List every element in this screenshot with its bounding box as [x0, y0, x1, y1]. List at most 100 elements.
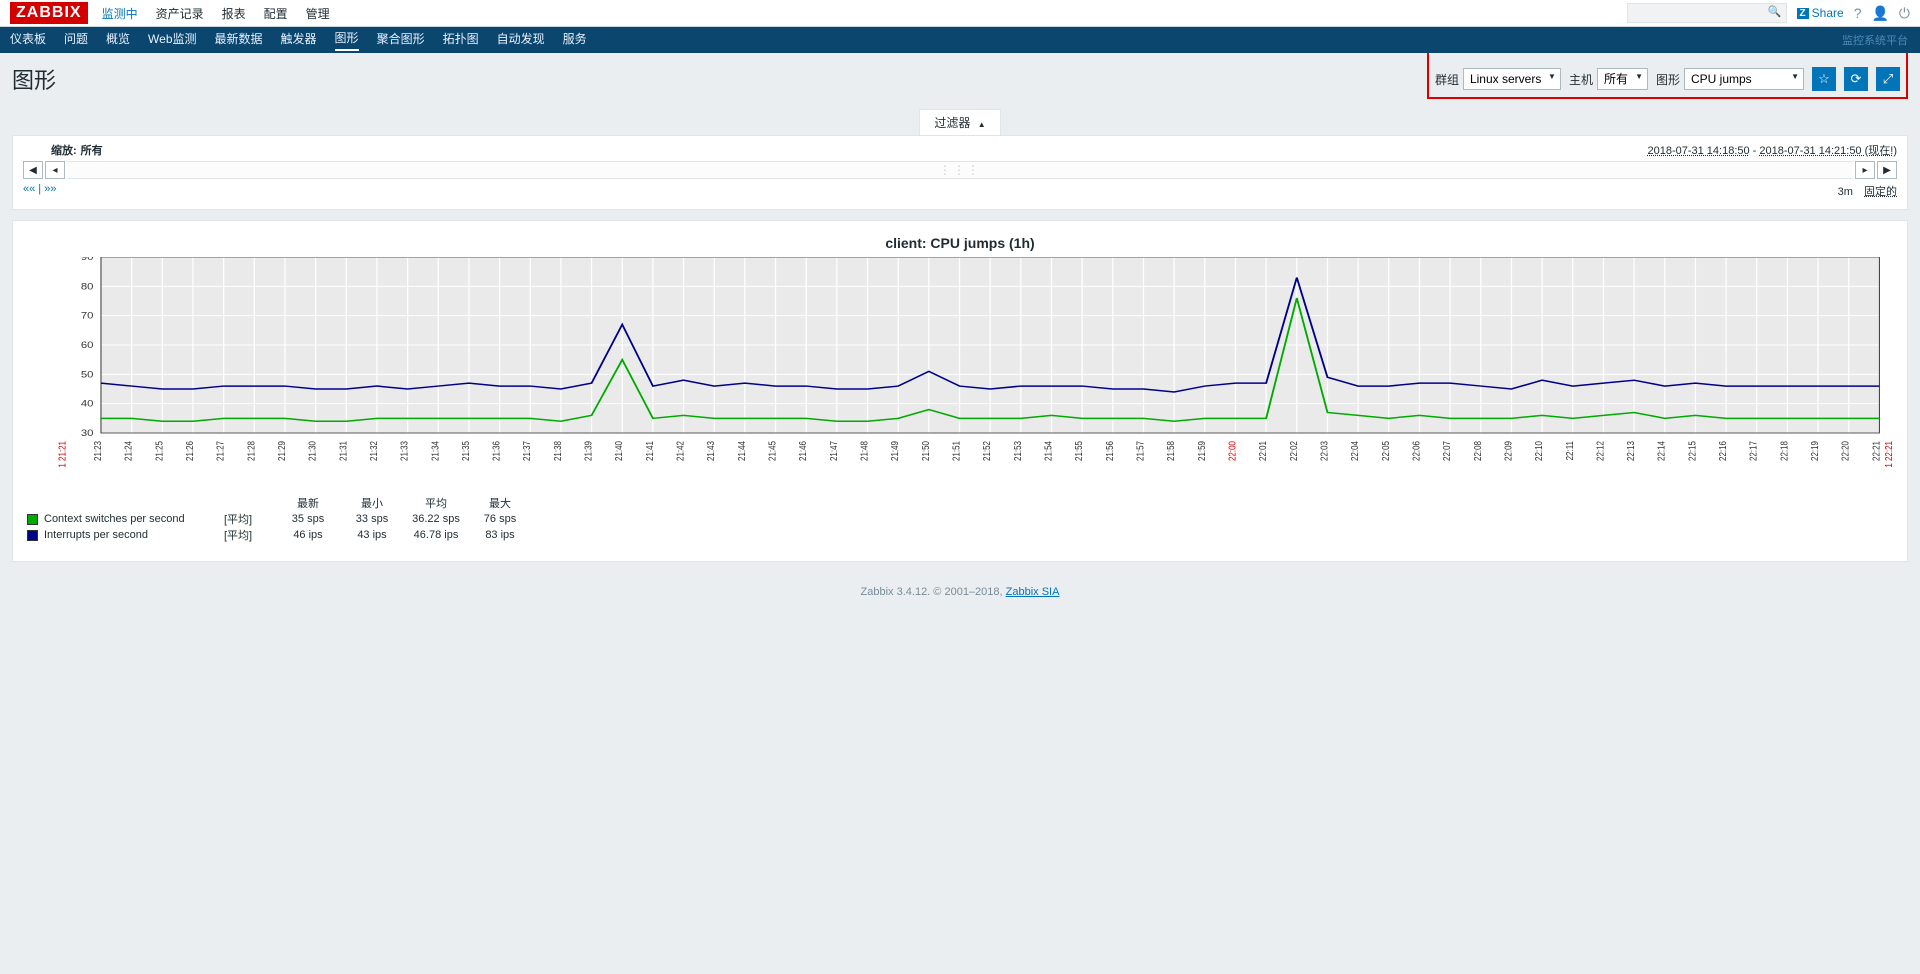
svg-text:22:08: 22:08	[1472, 441, 1483, 461]
topbar: ZABBIX 监测中 资产记录 报表 配置 管理 Z Share ? 👤 ⏻	[0, 0, 1920, 27]
svg-text:22:10: 22:10	[1533, 441, 1544, 461]
refresh-button[interactable]: ⟳	[1844, 67, 1868, 91]
legend-avg-0: 36.22 sps	[404, 513, 468, 525]
user-icon[interactable]: 👤	[1871, 5, 1888, 22]
scroll-right-button[interactable]: ▸	[1855, 161, 1875, 179]
favorite-button[interactable]: ☆	[1812, 67, 1836, 91]
svg-text:21:23: 21:23	[92, 441, 103, 461]
subnav-dashboard[interactable]: 仪表板	[10, 30, 46, 50]
caret-up-icon: ▲	[978, 120, 986, 129]
page-title: 图形	[12, 63, 56, 95]
scroll-left-button[interactable]: ◂	[45, 161, 65, 179]
subnav-overview[interactable]: 概览	[106, 30, 130, 50]
svg-text:70: 70	[81, 312, 94, 322]
svg-text:21:56: 21:56	[1104, 441, 1115, 461]
share-link[interactable]: Z Share	[1797, 6, 1844, 20]
svg-text:21:52: 21:52	[981, 441, 992, 461]
nav-configuration[interactable]: 配置	[264, 5, 288, 22]
nav-next-link[interactable]: »»	[44, 183, 56, 195]
nav-reports[interactable]: 报表	[222, 5, 246, 22]
subnav-latest[interactable]: 最新数据	[215, 30, 263, 50]
svg-text:22:05: 22:05	[1380, 441, 1391, 461]
filter-tab-label: 过滤器	[934, 116, 970, 130]
subnav-screens[interactable]: 聚合图形	[377, 30, 425, 50]
nav-inventory[interactable]: 资产记录	[156, 5, 204, 22]
legend-name-0: Context switches per second	[44, 513, 224, 525]
nav-first-link[interactable]: «« |	[23, 183, 41, 195]
search-input[interactable]	[1627, 3, 1787, 23]
subnav-discovery[interactable]: 自动发现	[497, 30, 545, 50]
filter-group-select[interactable]: Linux servers	[1463, 68, 1561, 90]
svg-text:21:40: 21:40	[613, 441, 624, 461]
svg-text:21:57: 21:57	[1135, 441, 1146, 461]
legend-max-0: 76 sps	[468, 513, 532, 525]
svg-text:21:42: 21:42	[675, 441, 686, 461]
legend-latest-0: 35 sps	[276, 513, 340, 525]
svg-text:21:59: 21:59	[1196, 441, 1207, 461]
scroll-right-fast-button[interactable]: ▶	[1877, 161, 1897, 179]
help-icon[interactable]: ?	[1854, 5, 1862, 21]
scroll-left-fast-button[interactable]: ◀	[23, 161, 43, 179]
svg-text:21:54: 21:54	[1043, 441, 1054, 461]
zoom-all-link[interactable]: 所有	[81, 142, 103, 158]
svg-text:22:17: 22:17	[1748, 441, 1759, 461]
legend-hdr-max: 最大	[468, 495, 532, 511]
svg-text:22:13: 22:13	[1625, 441, 1636, 461]
fixed-time: 3m	[1838, 186, 1853, 198]
share-icon: Z	[1797, 8, 1809, 19]
svg-text:22:01: 22:01	[1257, 441, 1268, 461]
logo[interactable]: ZABBIX	[10, 2, 88, 24]
subnav: 仪表板 问题 概览 Web监测 最新数据 触发器 图形 聚合图形 拓扑图 自动发…	[0, 27, 1920, 53]
time-scrollbar[interactable]: ⋮⋮⋮	[67, 161, 1853, 179]
time-from[interactable]: 2018-07-31 14:18:50	[1647, 145, 1749, 157]
legend-swatch-1	[27, 530, 38, 541]
subnav-maps[interactable]: 拓扑图	[443, 30, 479, 50]
svg-text:21:31: 21:31	[337, 441, 348, 461]
time-to[interactable]: 2018-07-31 14:21:50 (现在!)	[1759, 145, 1897, 157]
svg-text:22:14: 22:14	[1656, 441, 1667, 461]
svg-text:22:07: 22:07	[1441, 441, 1452, 461]
svg-text:22:03: 22:03	[1319, 441, 1330, 461]
legend-max-1: 83 ips	[468, 529, 532, 541]
subnav-platform-label: 监控系统平台	[1842, 32, 1908, 48]
subnav-graphs[interactable]: 图形	[335, 29, 359, 51]
svg-text:07-31 21:21: 07-31 21:21	[57, 441, 68, 467]
svg-text:21:29: 21:29	[276, 441, 287, 461]
legend-row-1: Interrupts per second [平均] 46 ips 43 ips…	[27, 527, 1897, 543]
svg-text:90: 90	[81, 257, 94, 263]
legend-fn-0: [平均]	[224, 511, 276, 527]
svg-text:22:15: 22:15	[1687, 441, 1698, 461]
svg-text:21:48: 21:48	[859, 441, 870, 461]
subnav-web[interactable]: Web监测	[148, 30, 196, 50]
svg-text:22:18: 22:18	[1779, 441, 1790, 461]
svg-text:21:33: 21:33	[399, 441, 410, 461]
svg-text:21:36: 21:36	[491, 441, 502, 461]
filter-host-label: 主机	[1569, 71, 1593, 88]
subnav-services[interactable]: 服务	[563, 30, 587, 50]
zoom-label: 缩放:	[51, 142, 77, 158]
nav-monitoring[interactable]: 监测中	[102, 5, 138, 22]
logout-icon[interactable]: ⏻	[1899, 5, 1910, 22]
svg-text:21:55: 21:55	[1073, 441, 1084, 461]
svg-text:50: 50	[81, 370, 94, 380]
svg-text:21:25: 21:25	[153, 441, 164, 461]
filter-graph-select[interactable]: CPU jumps	[1684, 68, 1804, 90]
svg-text:22:04: 22:04	[1349, 441, 1360, 461]
svg-text:60: 60	[81, 341, 94, 351]
svg-text:07-31 22:21: 07-31 22:21	[1883, 441, 1894, 467]
svg-text:22:11: 22:11	[1564, 441, 1575, 460]
footer-text: Zabbix 3.4.12. © 2001–2018,	[861, 586, 1006, 598]
svg-text:22:09: 22:09	[1503, 441, 1514, 461]
footer-link[interactable]: Zabbix SIA	[1006, 586, 1060, 598]
fixed-label[interactable]: 固定的	[1864, 186, 1897, 198]
subnav-problems[interactable]: 问题	[64, 30, 88, 50]
legend-row-0: Context switches per second [平均] 35 sps …	[27, 511, 1897, 527]
subnav-triggers[interactable]: 触发器	[281, 30, 317, 50]
svg-text:21:41: 21:41	[644, 441, 655, 461]
filter-host-select[interactable]: 所有	[1597, 68, 1648, 90]
fullscreen-button[interactable]: ⤢	[1876, 67, 1900, 91]
svg-text:21:28: 21:28	[245, 441, 256, 461]
nav-administration[interactable]: 管理	[306, 5, 330, 22]
legend-min-0: 33 sps	[340, 513, 404, 525]
filter-tab[interactable]: 过滤器 ▲	[919, 109, 1000, 135]
